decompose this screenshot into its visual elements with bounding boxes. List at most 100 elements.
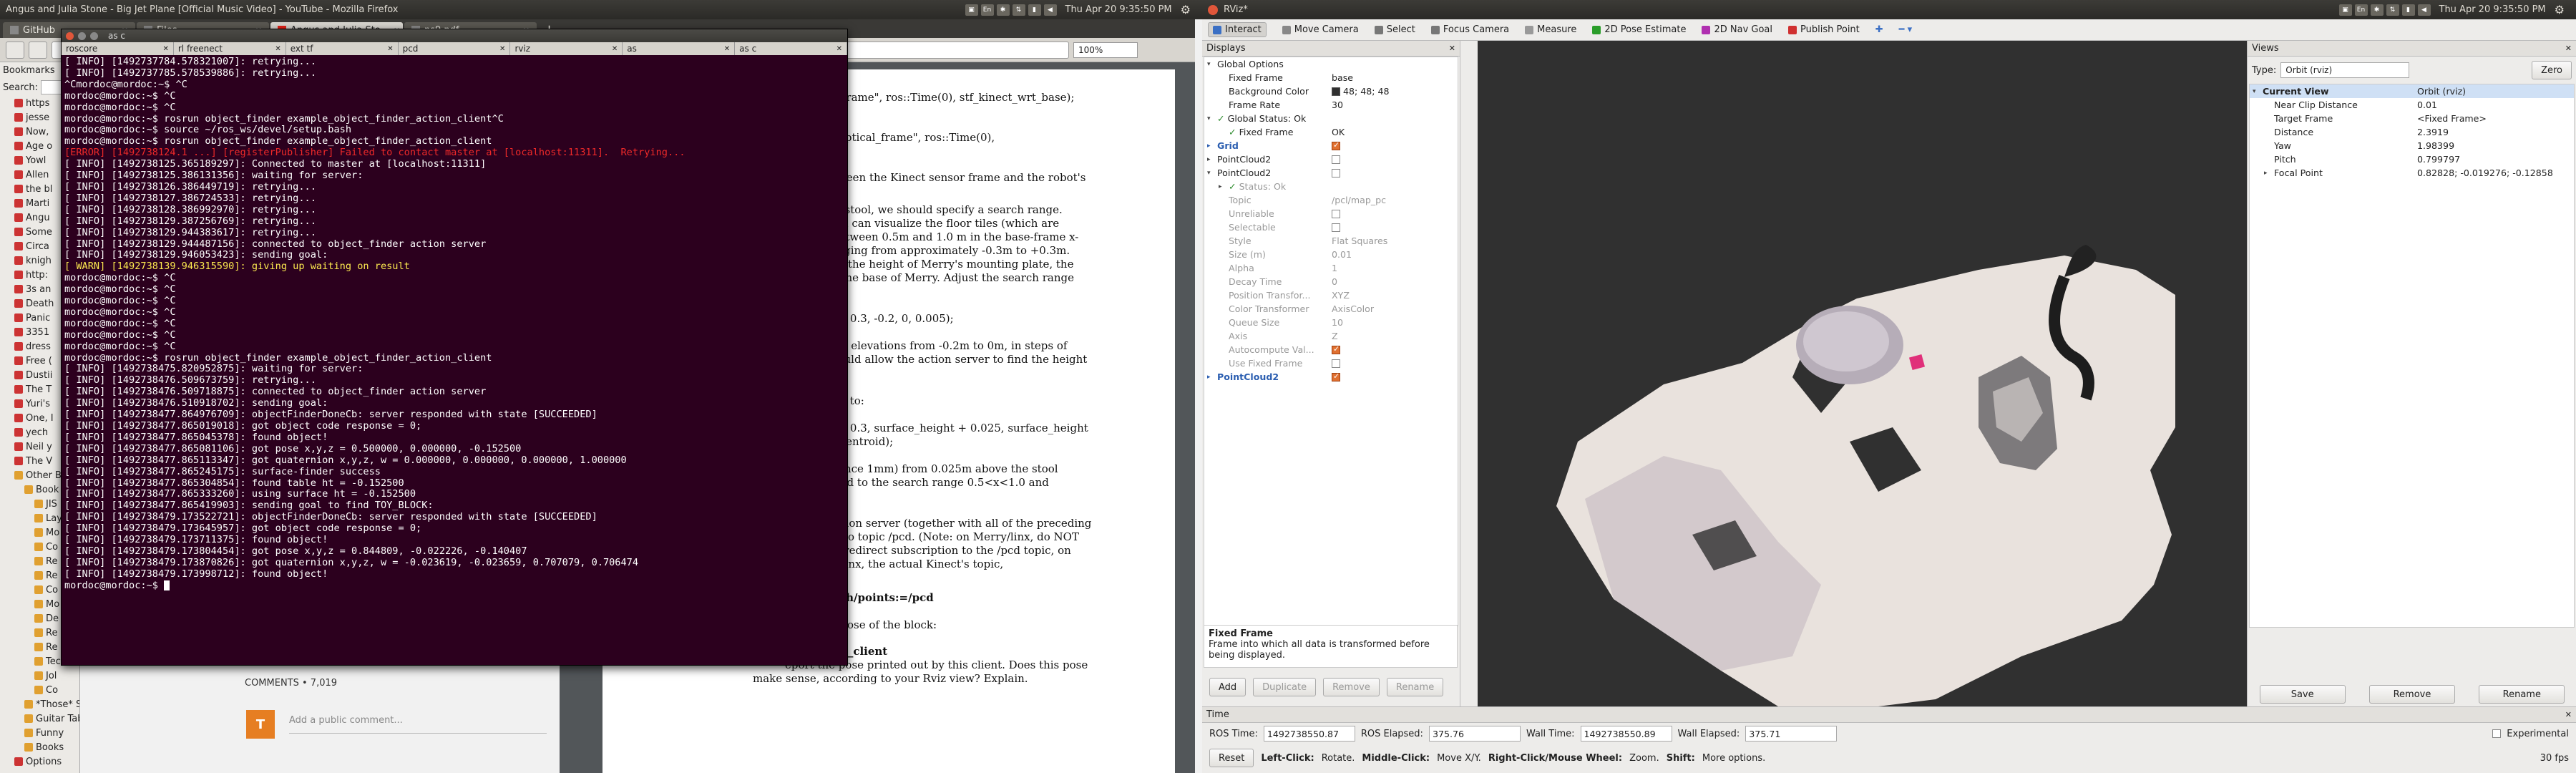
bookmark-item[interactable]: Options [0,754,79,769]
display-row[interactable]: Frame Rate 30 [1204,98,1458,112]
network-icon[interactable]: ⇅ [1012,4,1025,16]
close-icon[interactable]: ✕ [275,45,280,53]
display-row[interactable]: Use Fixed Frame [1204,356,1458,370]
terminal-tab[interactable]: as ✕ [623,42,736,55]
display-value[interactable]: base [1332,72,1353,83]
maximize-icon[interactable] [90,31,98,40]
display-row[interactable]: Background Color 48; 48; 48 [1204,84,1458,98]
terminal-window[interactable]: as c roscore ✕ rl freenect ✕ ext tf ✕ pcd ✕ rviz… [61,29,848,666]
terminal-tab[interactable]: ext tf ✕ [286,42,399,55]
system-gear-icon[interactable]: ⚙ [2555,3,2565,16]
forward-button[interactable] [29,41,47,59]
view-value[interactable]: 0.01 [2417,99,2437,110]
enabled-checkbox[interactable] [1332,359,1340,368]
enabled-checkbox[interactable] [1332,155,1340,164]
display-value[interactable]: Flat Squares [1332,235,1387,246]
add-tool-button[interactable]: ✚ [1875,24,1883,35]
display-row[interactable]: Autocompute Val... [1204,343,1458,356]
save-view-button[interactable]: Save [2259,685,2346,704]
enabled-checkbox[interactable] [1332,140,1340,150]
display-value[interactable] [1332,359,1343,368]
display-value[interactable]: 48; 48; 48 [1332,86,1390,97]
ros-time-field[interactable]: 1492738550.87 [1263,726,1355,742]
bookmark-folder[interactable]: *Those* Songs [0,697,79,711]
terminal-tab[interactable]: as c ✕ [735,42,848,55]
view-row[interactable]: Pitch 0.799797 [2250,152,2574,166]
expand-right-icon[interactable]: ▸ [2264,170,2271,177]
display-value[interactable]: 0.01 [1332,249,1352,260]
display-value[interactable]: 10 [1332,317,1343,328]
rename-view-button[interactable]: Rename [2479,685,2565,704]
display-row[interactable]: Decay Time 0 [1204,275,1458,288]
expand-down-icon[interactable]: ▾ [1207,61,1214,68]
tool-move-camera[interactable]: Move Camera [1282,24,1359,35]
view-row[interactable]: Target Frame <Fixed Frame> [2250,112,2574,125]
terminal-tab[interactable]: rviz ✕ [510,42,623,55]
close-icon[interactable]: ✕ [2565,710,2572,719]
view-value[interactable]: 2.3919 [2417,127,2449,137]
display-value[interactable] [1332,223,1343,232]
display-row[interactable]: ✓ Fixed Frame OK [1204,125,1458,139]
display-value[interactable]: 0 [1332,276,1337,287]
tool-interact[interactable]: Interact [1208,22,1267,37]
display-row[interactable]: Color Transformer AxisColor [1204,302,1458,316]
close-icon[interactable]: ✕ [836,45,842,53]
view-value[interactable]: 0.799797 [2417,154,2460,165]
tool-measure[interactable]: Measure [1525,24,1576,35]
close-window-icon[interactable] [1208,4,1218,15]
tool-focus-camera[interactable]: Focus Camera [1430,24,1509,35]
display-row[interactable]: ▸ Grid [1204,139,1458,152]
zero-button[interactable]: Zero [2532,61,2572,79]
network-icon[interactable]: ⇅ [2386,4,2399,16]
terminal-output[interactable]: [ INFO] [1492737784.578321007]: retrying… [62,55,847,665]
view-value[interactable]: <Fixed Frame> [2417,113,2487,124]
bookmark-folder[interactable]: Books [0,740,79,754]
clock[interactable]: Thu Apr 20 9:35:50 PM [2439,4,2546,15]
expand-right-icon[interactable]: ▸ [1207,374,1214,381]
volume-icon[interactable]: ◀ [1043,4,1057,16]
display-value[interactable]: XYZ [1332,290,1350,301]
color-swatch[interactable] [1332,87,1340,96]
display-row[interactable]: Alpha 1 [1204,261,1458,275]
tool-publish-point[interactable]: Publish Point [1788,24,1860,35]
minimize-icon[interactable] [78,31,86,40]
expand-down-icon[interactable]: ▾ [1207,115,1214,122]
expand-down-icon[interactable]: ▾ [2253,88,2260,95]
display-row[interactable]: Selectable [1204,220,1458,234]
view-row[interactable]: Distance 2.3919 [2250,125,2574,139]
bookmark-folder[interactable]: Funny [0,726,79,740]
ros-elapsed-field[interactable]: 375.76 [1428,726,1521,742]
dropbox-icon[interactable]: ▣ [2338,4,2352,16]
view-value[interactable]: Orbit (rviz) [2417,86,2466,97]
view-type-select[interactable]: Orbit (rviz) [2280,62,2410,78]
display-value[interactable]: AxisColor [1332,303,1374,314]
battery-icon[interactable]: ▮ [1028,4,1041,16]
remove-display-button[interactable]: Remove [1323,678,1380,696]
display-row[interactable]: Unreliable [1204,207,1458,220]
display-value[interactable]: 30 [1332,99,1343,110]
enabled-checkbox[interactable] [1332,223,1340,232]
reset-button[interactable]: Reset [1209,749,1254,767]
tool-nav-goal[interactable]: 2D Nav Goal [1702,24,1772,35]
3d-viewport[interactable] [1478,41,2247,706]
volume-icon[interactable]: ◀ [2417,4,2431,16]
clock[interactable]: Thu Apr 20 9:35:50 PM [1065,4,1172,15]
display-value[interactable] [1332,155,1343,164]
back-button[interactable] [6,41,24,59]
terminal-tab[interactable]: rl freenect ✕ [174,42,286,55]
comment-input[interactable]: Add a public comment... [289,715,547,734]
close-icon[interactable]: ✕ [162,45,168,53]
terminal-prompt-line[interactable]: mordoc@mordoc:~$ [64,580,844,592]
keyboard-layout-icon[interactable]: En [980,4,994,16]
terminal-tab[interactable]: roscore ✕ [62,42,174,55]
display-value[interactable] [1332,140,1343,150]
display-value[interactable]: 1 [1332,263,1337,273]
view-row[interactable]: Near Clip Distance 0.01 [2250,98,2574,112]
display-row[interactable]: Position Transfor... XYZ [1204,288,1458,302]
tool-select[interactable]: Select [1374,24,1415,35]
close-icon[interactable]: ✕ [1449,44,1455,53]
display-row[interactable]: ▾ PointCloud2 [1204,166,1458,180]
view-row[interactable]: Yaw 1.98399 [2250,139,2574,152]
display-row[interactable]: ▸ ✓ Status: Ok [1204,180,1458,193]
enabled-checkbox[interactable] [1332,209,1340,218]
